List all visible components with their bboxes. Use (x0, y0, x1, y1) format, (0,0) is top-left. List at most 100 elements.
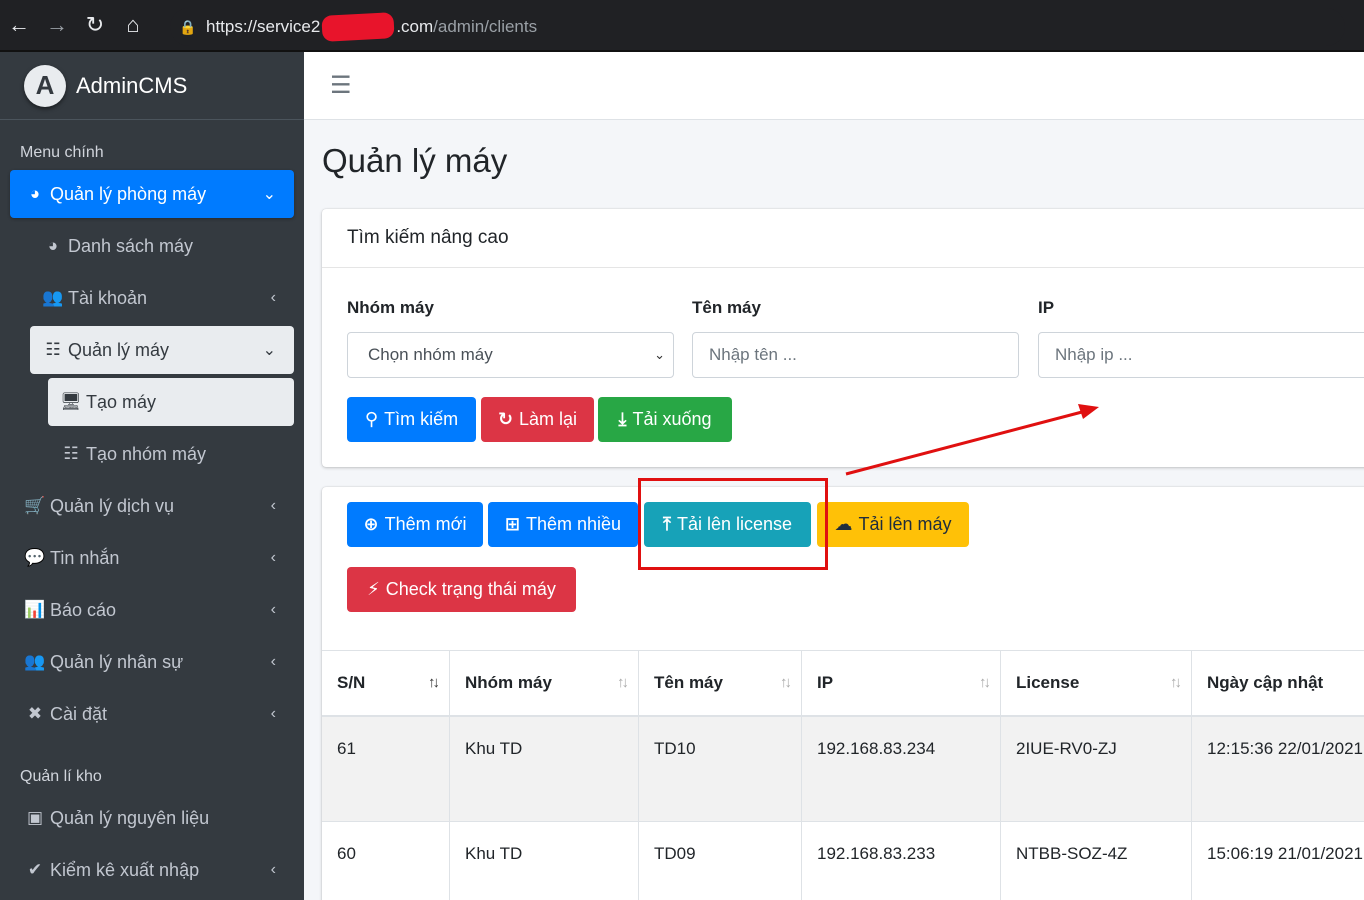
cell-group: Khu TD (450, 822, 639, 900)
cell-license: NTBB-SOZ-4Z (1001, 822, 1192, 900)
upload-machine-button[interactable]: ☁ Tải lên máy (817, 502, 969, 547)
search-button[interactable]: ⚲ Tìm kiếm (347, 397, 476, 442)
redaction-mark (321, 12, 395, 42)
column-header-label: Ngày cập nhật (1207, 673, 1324, 692)
chevron-down-icon: ⌄ (262, 342, 276, 359)
machines-table: S/N ↑↓ Nhóm máy ↑↓ Tên máy ↑↓ IP ↑↓ License ↑… (322, 650, 1364, 900)
column-header-name[interactable]: Tên máy ↑↓ (639, 651, 802, 715)
check-status-button-label: Check trạng thái máy (385, 579, 556, 599)
sidebar-item-label: Quản lý dịch vụ (50, 495, 175, 516)
sidebar-item-create-group[interactable]: ☷ Tạo nhóm máy (48, 430, 294, 478)
download-button[interactable]: ⤓ Tải xuống (598, 397, 732, 442)
column-header-sn[interactable]: S/N ↑↓ (322, 651, 450, 715)
download-icon: ⤓ (618, 409, 627, 429)
column-header-license[interactable]: License ↑↓ (1001, 651, 1192, 715)
sidebar-item-reports[interactable]: 📊 Báo cáo ‹ (10, 586, 294, 634)
sitemap-icon: ☷ (45, 340, 61, 359)
sidebar-item-materials[interactable]: ▣ Quản lý nguyên liệu (10, 794, 294, 842)
sidebar-item-services[interactable]: 🛒 Quản lý dịch vụ ‹ (10, 482, 294, 530)
plus-square-icon: ⊞ (504, 514, 521, 534)
column-header-group[interactable]: Nhóm máy ↑↓ (450, 651, 639, 715)
ip-input[interactable]: Nhập ip ... (1038, 332, 1364, 378)
add-button[interactable]: ⊕ Thêm mới (347, 502, 483, 547)
add-many-button-label: Thêm nhiều (526, 514, 622, 534)
sidebar-item-inventory[interactable]: ✔ Kiểm kê xuất nhập ‹ (10, 846, 294, 894)
plus-circle-icon: ⊕ (363, 514, 379, 534)
address-bar[interactable]: 🔒 https://service2 .com /admin/clients (170, 8, 1345, 46)
back-arrow-icon[interactable]: ← (0, 0, 38, 51)
group-select[interactable]: Chọn nhóm máy ⌄ (347, 332, 674, 378)
upload-machine-button-label: Tải lên máy (858, 514, 952, 534)
tachometer-icon: ◕ (47, 236, 59, 255)
cell-updated: 15:06:19 21/01/2021 (1207, 844, 1363, 863)
table-row[interactable]: 60 Khu TD TD09 192.168.83.233 NTBB-SOZ-4… (322, 822, 1364, 900)
ip-input-placeholder: Nhập ip ... (1055, 345, 1133, 364)
reset-button[interactable]: ↻ Làm lại (481, 397, 594, 442)
home-icon[interactable]: ⌂ (114, 0, 152, 51)
sidebar-item-label: Tạo nhóm máy (86, 443, 207, 464)
sidebar-item-settings[interactable]: ✖ Cài đặt ‹ (10, 690, 294, 738)
cell-sn: 61 (322, 717, 450, 821)
sidebar-item-create-machine[interactable]: 🖥 Tạo máy (48, 378, 294, 426)
cell-ip: 192.168.83.233 (802, 822, 1001, 900)
section-main-menu: Menu chính (20, 144, 104, 161)
top-navbar: ☰ (304, 52, 1364, 120)
sidebar-item-label: Cài đặt (50, 703, 108, 724)
desktop-icon: 🖥 (60, 392, 82, 411)
sidebar-item-room-management[interactable]: ◕ Quản lý phòng máy ⌄ (10, 170, 294, 218)
table-row[interactable]: 61 Khu TD TD10 192.168.83.234 2IUE-RV0-Z… (322, 717, 1364, 822)
cell-group: Khu TD (450, 717, 639, 821)
name-label: Tên máy (692, 298, 761, 317)
column-header-updated[interactable]: Ngày cập nhật (1192, 651, 1364, 715)
chevron-left-icon: ‹ (270, 861, 276, 878)
page-title: Quản lý máy (322, 142, 508, 179)
annotation-highlight-box (638, 478, 828, 570)
chevron-left-icon: ‹ (270, 549, 276, 566)
sidebar-item-messages[interactable]: 💬 Tin nhắn ‹ (10, 534, 294, 582)
main-content: ☰ Quản lý máy Tìm kiếm nâng cao Nhóm máy… (304, 52, 1364, 900)
brand-suffix: CMS (138, 72, 188, 98)
sidebar-item-machine-management[interactable]: ☷ Quản lý máy ⌄ (30, 326, 294, 374)
search-card-title: Tìm kiếm nâng cao (322, 209, 1364, 268)
users-icon: 👥 (42, 288, 64, 307)
brand[interactable]: A AdminCMS (0, 52, 304, 120)
cell-ip: 192.168.83.234 (802, 717, 1001, 821)
check-status-button[interactable]: ⚡ Check trạng thái máy (347, 567, 576, 612)
column-header-label: Tên máy (654, 673, 723, 692)
cell-license: 2IUE-RV0-ZJ (1001, 717, 1192, 821)
cart-icon: 🛒 (24, 496, 46, 515)
cell-name: TD10 (639, 717, 802, 821)
add-many-button[interactable]: ⊞ Thêm nhiều (488, 502, 638, 547)
name-input[interactable]: Nhập tên ... (692, 332, 1019, 378)
hamburger-icon[interactable]: ☰ (330, 71, 352, 100)
sidebar-item-machine-list[interactable]: ◕ Danh sách máy (30, 222, 294, 270)
brand-prefix: Admin (76, 72, 139, 98)
sidebar-item-hr[interactable]: 👥 Quản lý nhân sự ‹ (10, 638, 294, 686)
sidebar-item-label: Tin nhắn (50, 547, 120, 568)
brand-logo: A (24, 64, 66, 107)
sidebar-item-label: Tạo máy (86, 391, 157, 412)
comments-icon: 💬 (24, 548, 46, 567)
column-header-label: Nhóm máy (465, 673, 552, 692)
sidebar-item-accounts[interactable]: 👥 Tài khoản ‹ (30, 274, 294, 322)
lock-icon: 🔒 (179, 18, 197, 35)
sort-icon: ↑↓ (979, 674, 991, 691)
sort-icon: ↑↓ (617, 674, 629, 691)
forward-arrow-icon[interactable]: → (38, 0, 76, 51)
search-icon: ⚲ (364, 409, 379, 429)
column-header-ip[interactable]: IP ↑↓ (802, 651, 1001, 715)
reload-icon[interactable]: ↻ (76, 0, 114, 51)
sidebar-item-label: Quản lý nhân sự (50, 651, 184, 672)
status-icon: ⚡ (367, 579, 380, 599)
search-card: Tìm kiếm nâng cao Nhóm máy Tên máy IP Ch… (322, 209, 1364, 467)
download-button-label: Tải xuống (632, 409, 712, 429)
chevron-left-icon: ‹ (270, 497, 276, 514)
chevron-left-icon: ‹ (270, 705, 276, 722)
cloud-upload-icon: ☁ (834, 514, 853, 534)
brand-text: AdminCMS (76, 73, 187, 99)
sidebar-item-label: Kiểm kê xuất nhập (50, 859, 200, 880)
chevron-left-icon: ‹ (270, 289, 276, 306)
tachometer-icon: ◕ (29, 184, 41, 203)
sidebar-item-label: Quản lý máy (68, 339, 170, 360)
browser-toolbar: ← → ↻ ⌂ 🔒 https://service2 .com /admin/c… (0, 0, 1364, 52)
